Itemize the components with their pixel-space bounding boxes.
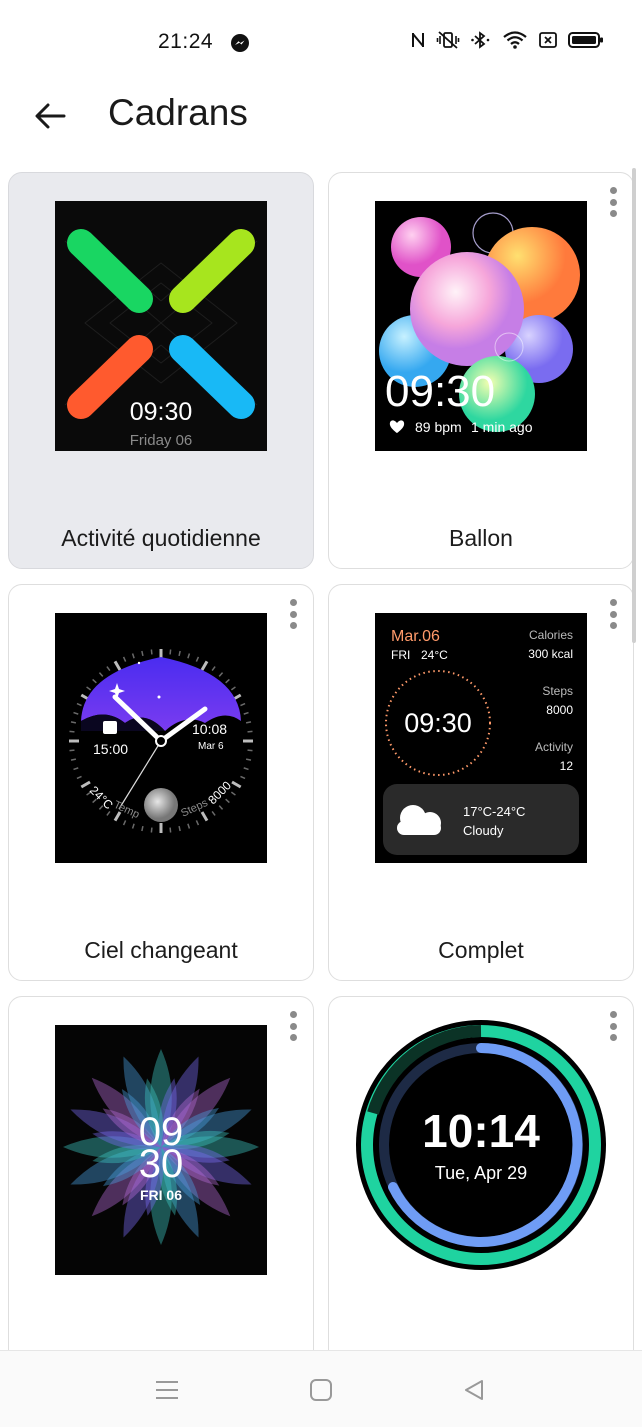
preview-minute: 30	[139, 1142, 184, 1186]
preview-date-right: Mar 6	[198, 741, 224, 752]
preview-date: Tue, Apr 29	[435, 1163, 527, 1183]
preview-steps-label: Steps	[542, 684, 573, 698]
more-options-button[interactable]	[285, 1009, 301, 1043]
menu-icon	[156, 1381, 178, 1399]
preview-activity: 12	[560, 759, 574, 773]
watch-face-grid: 09:30 Friday 06 Activité quotidienne 09:…	[0, 170, 642, 1350]
app-header: Cadrans	[0, 84, 642, 164]
watch-face-preview: 15:00 10:08 Mar 6 24°C Temp Steps 8000	[55, 613, 267, 863]
back-arrow-icon	[35, 103, 66, 129]
activity-face-graphic: 09:30 Friday 06	[55, 201, 267, 451]
bluetooth-icon	[471, 31, 490, 49]
home-icon	[310, 1379, 332, 1401]
vibrate-icon	[436, 31, 460, 49]
calendar-icon	[103, 721, 117, 734]
watch-face-name: Complet	[438, 937, 524, 963]
preview-weather-range: 17°C-24°C	[463, 804, 525, 819]
scrollbar[interactable]	[632, 168, 636, 643]
preview-date: FRI 06	[140, 1187, 182, 1203]
more-options-button[interactable]	[605, 597, 621, 631]
preview-time-left: 15:00	[93, 741, 128, 757]
sim-icon	[539, 32, 557, 48]
watch-face-preview: 09:30 89 bpm 1 min ago	[375, 201, 587, 451]
preview-weather: Cloudy	[463, 823, 504, 838]
watch-face-preview: 09 30 FRI 06	[55, 1025, 267, 1275]
preview-date: Friday 06	[130, 432, 193, 449]
watch-face-name: Ballon	[449, 525, 513, 551]
watch-face-name: Activité quotidienne	[61, 525, 261, 551]
preview-time: 10:14	[422, 1105, 540, 1157]
complet-face-graphic: Mar.06 FRI 24°C Calories 300 kcal Steps …	[375, 613, 587, 863]
watch-face-card[interactable]: 15:00 10:08 Mar 6 24°C Temp Steps 8000 C…	[8, 584, 314, 981]
system-back-button[interactable]	[457, 1373, 491, 1407]
flower-face-graphic: 09 30 FRI 06	[55, 1025, 267, 1275]
preview-calories: 300 kcal	[528, 647, 573, 661]
watch-face-card[interactable]: 09 30 FRI 06	[8, 996, 314, 1350]
more-options-button[interactable]	[285, 597, 301, 631]
preview-calories-label: Calories	[529, 628, 573, 642]
more-options-button[interactable]	[605, 185, 621, 219]
back-triangle-icon	[465, 1380, 483, 1400]
round-face-graphic: 10:14 Tue, Apr 29	[356, 1020, 606, 1270]
preview-ago: 1 min ago	[471, 419, 533, 435]
status-bar: 21:24	[0, 0, 642, 84]
preview-steps: 8000	[546, 703, 573, 717]
preview-heart-rate: 89 bpm	[415, 419, 462, 435]
status-time: 21:24	[158, 30, 214, 53]
balloon-face-graphic: 09:30 89 bpm 1 min ago	[375, 201, 587, 451]
watch-face-card[interactable]: 09:30 89 bpm 1 min ago Ballon	[328, 172, 634, 569]
watch-face-card[interactable]: Mar.06 FRI 24°C Calories 300 kcal Steps …	[328, 584, 634, 981]
preview-time: 09:30	[385, 367, 495, 416]
watch-face-preview: Mar.06 FRI 24°C Calories 300 kcal Steps …	[375, 613, 587, 863]
preview-time-right: 10:08	[192, 721, 227, 737]
moon-icon	[144, 788, 178, 822]
page-title: Cadrans	[108, 92, 248, 133]
messenger-icon	[231, 34, 249, 52]
status-icons	[410, 30, 604, 50]
recent-apps-button[interactable]	[150, 1373, 184, 1407]
watch-face-card[interactable]: 09:30 Friday 06 Activité quotidienne	[8, 172, 314, 569]
preview-activity-label: Activity	[535, 740, 573, 754]
battery-icon	[568, 32, 603, 48]
navigation-bar	[0, 1350, 642, 1427]
preview-date: Mar.06	[391, 628, 440, 645]
watch-face-name: Ciel changeant	[84, 937, 238, 963]
back-button[interactable]	[28, 96, 72, 136]
wifi-icon	[503, 31, 527, 49]
preview-temp: 24°C	[421, 648, 448, 662]
home-button[interactable]	[304, 1373, 338, 1407]
watch-face-card[interactable]: 10:14 Tue, Apr 29	[328, 996, 634, 1350]
preview-time: 09:30	[404, 708, 472, 738]
watch-face-preview: 09:30 Friday 06	[55, 201, 267, 451]
nfc-icon	[412, 33, 424, 47]
sky-face-graphic: 15:00 10:08 Mar 6 24°C Temp Steps 8000	[55, 613, 267, 863]
preview-time: 09:30	[130, 398, 193, 426]
preview-day: FRI	[391, 648, 410, 662]
